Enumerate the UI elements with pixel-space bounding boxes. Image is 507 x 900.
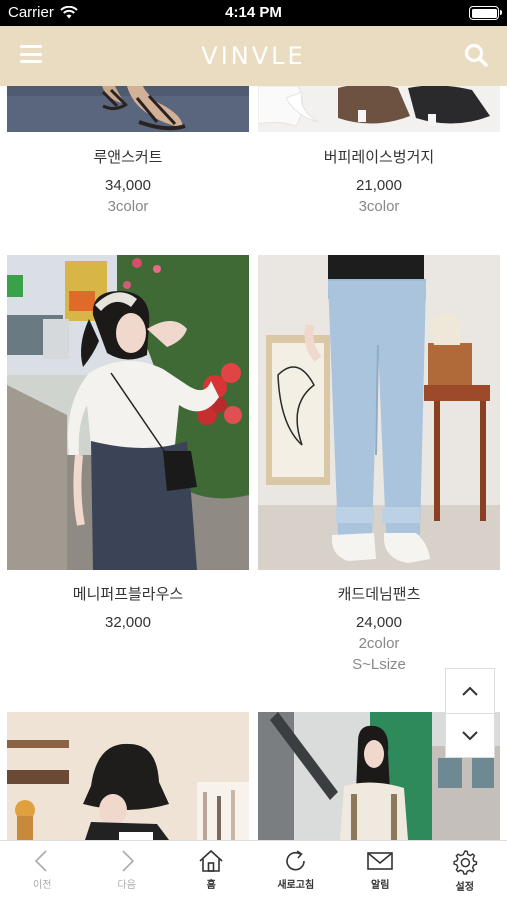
nav-label: 이전 xyxy=(33,880,52,891)
gear-icon xyxy=(453,850,478,875)
product-card[interactable]: 버피레이스벙거지 21,000 3color xyxy=(258,86,500,215)
product-price: 24,000 xyxy=(356,614,402,631)
product-image[interactable] xyxy=(7,255,249,570)
refresh-icon xyxy=(285,850,305,871)
product-option: 3color xyxy=(107,198,149,215)
product-card[interactable]: 메니퍼프블라우스 32,000 xyxy=(7,255,249,631)
product-price: 21,000 xyxy=(356,177,402,194)
product-card[interactable]: 루앤스커트 34,000 3color xyxy=(7,86,249,215)
product-image[interactable] xyxy=(258,86,500,132)
nav-label: 홈 xyxy=(206,880,216,891)
nav-back-button[interactable]: 이전 xyxy=(0,841,85,900)
nav-notification-button[interactable]: 알림 xyxy=(338,841,423,900)
product-price: 34,000 xyxy=(105,177,151,194)
product-price: 32,000 xyxy=(105,614,151,631)
scroll-controls xyxy=(445,668,495,758)
product-name[interactable]: 메니퍼프블라우스 xyxy=(7,583,249,604)
battery-icon xyxy=(469,6,502,20)
nav-label: 새로고침 xyxy=(277,880,315,891)
scroll-top-button[interactable] xyxy=(446,669,494,713)
bottom-nav: 이전 다음 홈 새로고침 알림 설정 xyxy=(0,840,507,900)
chevron-right-icon xyxy=(122,850,134,872)
product-list[interactable]: 루앤스커트 34,000 3color 버피레이스벙거지 21,000 3col… xyxy=(0,86,507,840)
mail-icon xyxy=(367,852,394,870)
app-header: VINVLE xyxy=(0,26,507,86)
nav-label: 다음 xyxy=(117,880,136,891)
hamburger-icon xyxy=(20,45,42,48)
chevron-up-icon xyxy=(462,686,478,696)
status-bar: Carrier 4:14 PM xyxy=(0,0,507,26)
product-option: 2color xyxy=(358,635,400,652)
nav-settings-button[interactable]: 설정 xyxy=(423,841,507,900)
scroll-bottom-button[interactable] xyxy=(446,713,494,757)
search-icon[interactable] xyxy=(463,42,489,68)
nav-forward-button[interactable]: 다음 xyxy=(85,841,170,900)
nav-home-button[interactable]: 홈 xyxy=(169,841,254,900)
nav-label: 설정 xyxy=(455,882,474,893)
status-time: 4:14 PM xyxy=(225,4,282,21)
product-name[interactable]: 캐드데님팬츠 xyxy=(258,583,500,604)
nav-refresh-button[interactable]: 새로고침 xyxy=(254,841,339,900)
product-image[interactable] xyxy=(258,255,500,570)
product-image[interactable] xyxy=(7,712,249,840)
product-card[interactable] xyxy=(7,712,249,840)
menu-button[interactable] xyxy=(20,45,42,63)
product-image[interactable] xyxy=(7,86,249,132)
brand-logo[interactable]: VINVLE xyxy=(201,42,305,70)
chevron-down-icon xyxy=(462,730,478,740)
chevron-left-icon xyxy=(35,850,47,872)
product-option: 3color xyxy=(358,198,400,215)
home-icon xyxy=(199,849,223,872)
nav-label: 알림 xyxy=(371,880,390,891)
product-name[interactable]: 버피레이스벙거지 xyxy=(258,146,500,167)
product-card[interactable]: 캐드데님팬츠 24,000 2color S~Lsize xyxy=(258,255,500,673)
product-name[interactable]: 루앤스커트 xyxy=(7,146,249,167)
